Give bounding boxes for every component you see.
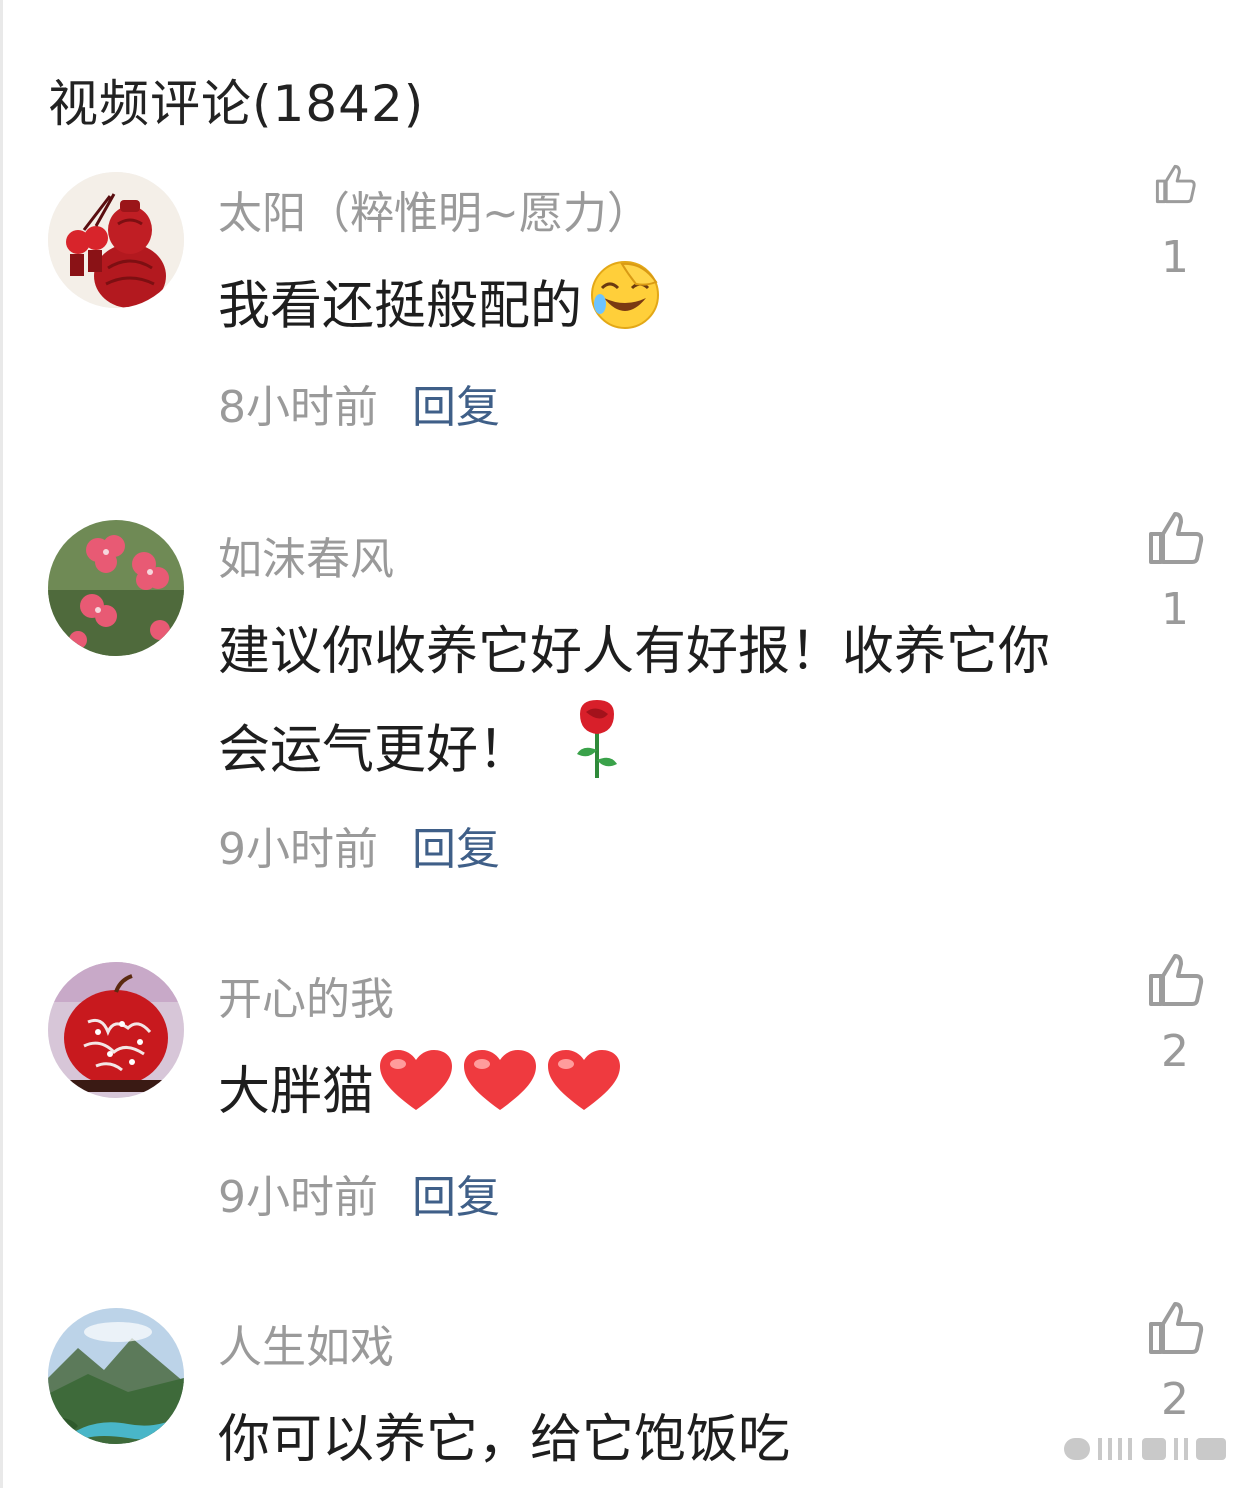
comments-header-title: 视频评论(1842) bbox=[48, 75, 425, 133]
comment-text-body: 我看还挺般配的 bbox=[218, 276, 583, 337]
thumbs-up-icon bbox=[1149, 512, 1204, 564]
comment-meta: 8小时前 回复 bbox=[218, 378, 500, 438]
like-count: 1 bbox=[1161, 232, 1189, 283]
comment-text: 你可以养它，给它饱饭吃 bbox=[218, 1394, 1098, 1486]
comment-time: 9小时前 bbox=[218, 1172, 378, 1223]
avatar[interactable] bbox=[48, 1308, 184, 1444]
pink-flowers-avatar-image bbox=[48, 520, 184, 656]
like-button[interactable]: 1 bbox=[1130, 508, 1220, 640]
comment-text: 我看还挺般配的 bbox=[218, 258, 1098, 361]
comment-text: 大胖猫 bbox=[218, 1046, 1098, 1143]
comments-page: 视频评论(1842) 太阳（粹惟明~愿力） 我看还挺般配的 8小时前 回复 1 … bbox=[0, 0, 1256, 1488]
red-heart-emoji-icon bbox=[546, 1048, 622, 1143]
comment-text: 建议你收养它好人有好报！收养它你会运气更好！ bbox=[218, 606, 1088, 809]
red-apple-vase-avatar-image bbox=[48, 962, 184, 1098]
rose-emoji-icon bbox=[572, 698, 622, 809]
thumbs-up-icon bbox=[1149, 954, 1204, 1006]
mountain-river-avatar-image bbox=[48, 1308, 184, 1444]
like-count: 2 bbox=[1161, 1026, 1189, 1077]
comment-time: 9小时前 bbox=[218, 824, 378, 875]
like-count: 2 bbox=[1161, 1374, 1189, 1425]
laughing-crying-face-emoji-icon bbox=[588, 258, 662, 361]
like-button[interactable]: 2 bbox=[1130, 1298, 1220, 1430]
red-heart-emoji-icon bbox=[378, 1048, 454, 1143]
watermark-bars-icon bbox=[1064, 1438, 1226, 1460]
comment-text-body: 建议你收养它好人有好报！收养它你会运气更好！ bbox=[218, 622, 1051, 781]
thumbs-up-icon bbox=[1155, 164, 1196, 204]
reply-button[interactable]: 回复 bbox=[412, 382, 500, 433]
reply-button[interactable]: 回复 bbox=[412, 1172, 500, 1223]
comment-username[interactable]: 太阳（粹惟明~愿力） bbox=[218, 184, 651, 244]
comment-text-body: 你可以养它，给它饱饭吃 bbox=[218, 1410, 791, 1470]
comment-username[interactable]: 人生如戏 bbox=[218, 1318, 394, 1378]
like-button[interactable]: 2 bbox=[1130, 950, 1220, 1082]
comment-text-body: 大胖猫 bbox=[218, 1062, 375, 1122]
red-heart-emoji-icon bbox=[462, 1048, 538, 1143]
avatar[interactable] bbox=[48, 520, 184, 656]
like-count: 1 bbox=[1161, 584, 1189, 635]
avatar[interactable] bbox=[48, 962, 184, 1098]
like-button[interactable]: 1 bbox=[1130, 164, 1220, 288]
reply-button[interactable]: 回复 bbox=[412, 824, 500, 875]
comment-username[interactable]: 如沫春风 bbox=[218, 530, 394, 590]
comment-time: 8小时前 bbox=[218, 382, 378, 433]
comment-meta: 9小时前 回复 bbox=[218, 1168, 500, 1228]
lacquer-gourd-avatar-image bbox=[48, 172, 184, 308]
left-edge-divider bbox=[0, 0, 3, 1488]
comment-username[interactable]: 开心的我 bbox=[218, 970, 394, 1030]
comment-meta: 9小时前 回复 bbox=[218, 820, 500, 880]
avatar[interactable] bbox=[48, 172, 184, 308]
thumbs-up-icon bbox=[1149, 1302, 1204, 1354]
